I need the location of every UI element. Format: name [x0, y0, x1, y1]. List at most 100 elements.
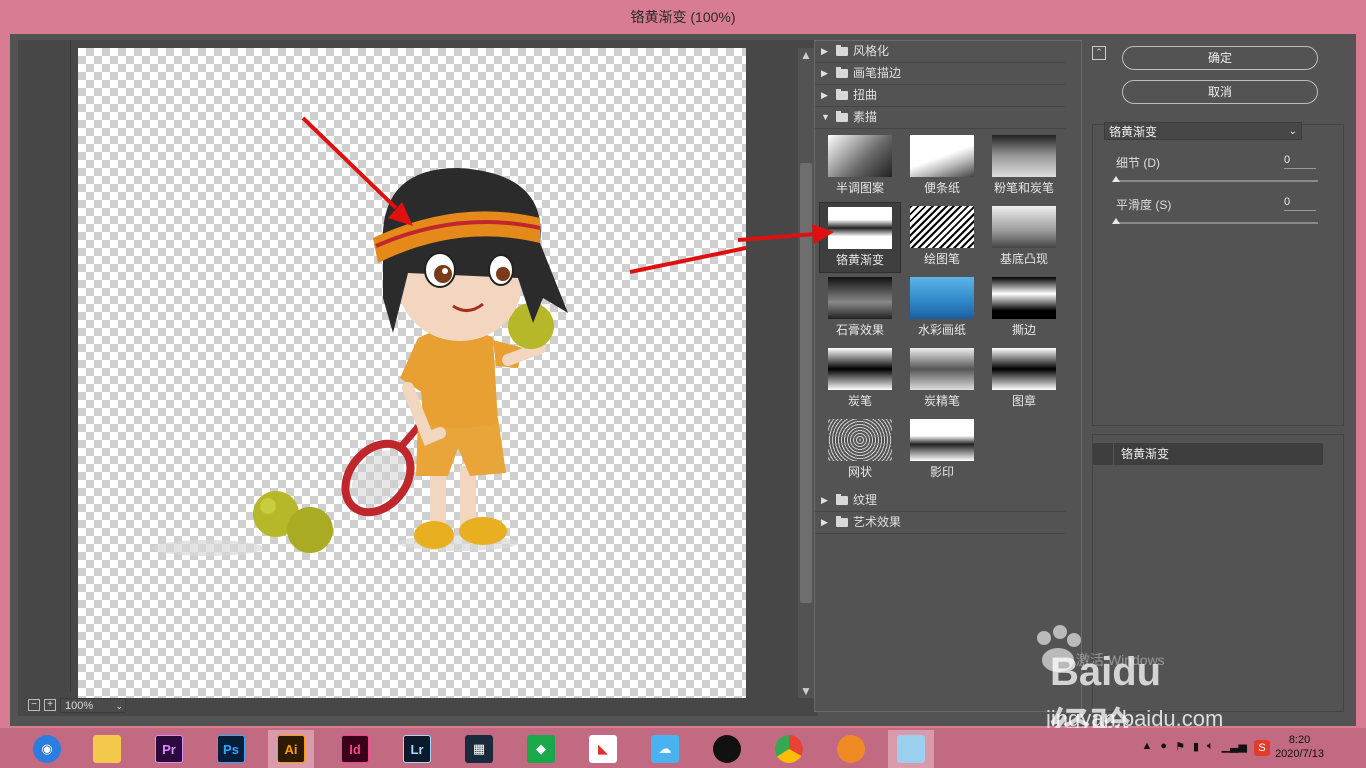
taskbar-photoshop[interactable]: Ps — [208, 730, 254, 768]
effect-layer-row[interactable]: 铬黄渐变 — [1093, 443, 1323, 465]
taskbar-qq[interactable] — [704, 730, 750, 768]
smoothness-slider-handle[interactable] — [1112, 218, 1120, 224]
taskbar-red-app[interactable]: ◣ — [580, 730, 626, 768]
indesign-icon: Id — [341, 735, 369, 763]
browser-icon: ◉ — [33, 735, 61, 763]
category-artistic[interactable]: ▶ 艺术效果 — [815, 512, 1065, 534]
tray-flag-icon[interactable]: ⚑ — [1175, 740, 1185, 753]
preview-pane: ▲ ▼ − + 100% ⌄ — [18, 40, 818, 716]
tray-qq-icon[interactable]: ● — [1160, 740, 1167, 752]
filter-plaster[interactable]: 石膏效果 — [819, 273, 901, 344]
category-texture[interactable]: ▶ 纹理 — [815, 490, 1065, 512]
chrome-icon — [775, 735, 803, 763]
blue-app-icon: ☁ — [651, 735, 679, 763]
eye-icon[interactable] — [1093, 443, 1114, 465]
filter-note-paper[interactable]: 便条纸 — [901, 131, 983, 202]
folder-icon — [93, 735, 121, 763]
zoom-select[interactable]: 100% ⌄ — [60, 697, 126, 713]
tray-battery-icon[interactable]: ▮ — [1193, 740, 1199, 753]
sogou-ime-icon[interactable]: S — [1254, 740, 1270, 756]
filter-stamp[interactable]: 图章 — [983, 344, 1065, 415]
detail-slider[interactable] — [1114, 180, 1318, 182]
filter-photocopy[interactable]: 影印 — [901, 415, 983, 486]
clock[interactable]: 8:20 2020/7/13 — [1275, 733, 1324, 761]
filter-chalk-charcoal[interactable]: 粉笔和炭笔 — [983, 131, 1065, 202]
zoom-in-button[interactable]: + — [44, 699, 56, 711]
annotation-arrow — [738, 224, 834, 244]
preview-scrollbar[interactable]: ▲ ▼ — [798, 48, 814, 698]
filter-gallery-dialog: ▲ ▼ − + 100% ⌄ ▶ 风格化 ▶ 画笔描边 ▶ 扭曲 ▼ 素描 半调图案 便条… — [10, 34, 1356, 726]
taskbar-indesign[interactable]: Id — [332, 730, 378, 768]
clock-time: 8:20 — [1288, 734, 1311, 746]
baidu-watermark: 激活 Windows Baidu 经验 jingyan.baidu.com — [1024, 620, 1223, 750]
filter-halftone-pattern[interactable]: 半调图案 — [819, 131, 901, 202]
chevron-down-icon: ⌄ — [1288, 126, 1297, 137]
window-title: 铬黄渐变 (100%) — [0, 0, 1366, 34]
taskbar-premiere[interactable]: Pr — [146, 730, 192, 768]
qq-penguin-icon — [713, 735, 741, 763]
triangle-right-icon: ▶ — [821, 90, 828, 100]
filter-gallery: ▶ 风格化 ▶ 画笔描边 ▶ 扭曲 ▼ 素描 半调图案 便条纸 粉笔和炭笔 铬黄渐变 绘… — [814, 40, 1082, 712]
filter-torn-edges[interactable]: 撕边 — [983, 273, 1065, 344]
collapse-gallery-icon[interactable]: ⌃ — [1092, 46, 1106, 60]
folder-open-icon — [836, 111, 848, 122]
filter-water-paper[interactable]: 水彩画纸 — [901, 273, 983, 344]
tray-arrow-icon[interactable]: ▲ — [1142, 740, 1153, 752]
clock-date: 2020/7/13 — [1275, 748, 1324, 760]
taskbar-blue-app[interactable]: ☁ — [642, 730, 688, 768]
tray-volume-icon[interactable]: 🔈︎ — [1207, 740, 1214, 753]
taskbar-notes[interactable] — [888, 730, 934, 768]
taskbar-chrome[interactable] — [766, 730, 812, 768]
smoothness-slider[interactable] — [1114, 222, 1318, 224]
red-app-icon: ◣ — [589, 735, 617, 763]
notes-icon — [897, 735, 925, 763]
folder-icon — [836, 516, 848, 527]
triangle-down-icon: ▼ — [821, 112, 830, 122]
detail-input[interactable]: 0 — [1284, 152, 1316, 169]
category-stylize[interactable]: ▶ 风格化 — [815, 41, 1065, 63]
taskbar-illustrator[interactable]: Ai — [268, 730, 314, 768]
photoshop-icon: Ps — [217, 735, 245, 763]
taskbar-browser[interactable]: ◉ — [24, 730, 70, 768]
triangle-right-icon: ▶ — [821, 46, 828, 56]
taskbar-lightroom[interactable]: Lr — [394, 730, 440, 768]
smoothness-label: 平滑度 (S) — [1116, 198, 1172, 212]
taskbar-video-editor[interactable]: ▦ — [456, 730, 502, 768]
smoothness-input[interactable]: 0 — [1284, 194, 1316, 211]
folder-icon — [836, 89, 848, 100]
filter-charcoal[interactable]: 炭笔 — [819, 344, 901, 415]
scroll-down-icon[interactable]: ▼ — [798, 684, 814, 698]
category-distort[interactable]: ▶ 扭曲 — [815, 85, 1065, 107]
detail-slider-handle[interactable] — [1112, 176, 1120, 182]
folder-icon — [836, 494, 848, 505]
taskbar-green-app[interactable]: ◆ — [518, 730, 564, 768]
foxmail-icon — [837, 735, 865, 763]
category-brush-strokes[interactable]: ▶ 画笔描边 — [815, 63, 1065, 85]
filter-graphic-pen[interactable]: 绘图笔 — [901, 202, 983, 273]
filter-bas-relief[interactable]: 基底凸现 — [983, 202, 1065, 273]
ok-button[interactable]: 确定 — [1122, 46, 1318, 70]
scroll-up-icon[interactable]: ▲ — [798, 48, 814, 62]
folder-icon — [836, 67, 848, 78]
cancel-button[interactable]: 取消 — [1122, 80, 1318, 104]
green-app-icon: ◆ — [527, 735, 555, 763]
tray-network-icon[interactable]: ▁▃▅ — [1222, 740, 1247, 753]
film-icon: ▦ — [465, 735, 493, 763]
zoom-out-button[interactable]: − — [28, 699, 40, 711]
filter-reticulation[interactable]: 网状 — [819, 415, 901, 486]
tennis-kid-illustration — [153, 116, 746, 556]
filter-conte-crayon[interactable]: 炭精笔 — [901, 344, 983, 415]
triangle-right-icon: ▶ — [821, 517, 828, 527]
system-tray: ▲ ● ⚑ ▮ 🔈︎ ▁▃▅ 中 — [1142, 738, 1266, 754]
premiere-icon: Pr — [155, 735, 183, 763]
triangle-right-icon: ▶ — [821, 68, 828, 78]
category-sketch[interactable]: ▼ 素描 — [815, 107, 1065, 129]
taskbar-foxmail[interactable] — [828, 730, 874, 768]
taskbar-file-explorer[interactable] — [84, 730, 130, 768]
lightroom-icon: Lr — [403, 735, 431, 763]
chevron-down-icon: ⌄ — [115, 700, 123, 711]
settings-panel: ⌃ 确定 取消 铬黄渐变 ⌄ 细节 (D) 0 平滑度 (S) 0 铬黄渐变 — [1088, 40, 1350, 716]
folder-icon — [836, 45, 848, 56]
preview-canvas[interactable] — [78, 48, 746, 698]
filter-select[interactable]: 铬黄渐变 ⌄ — [1104, 122, 1302, 140]
